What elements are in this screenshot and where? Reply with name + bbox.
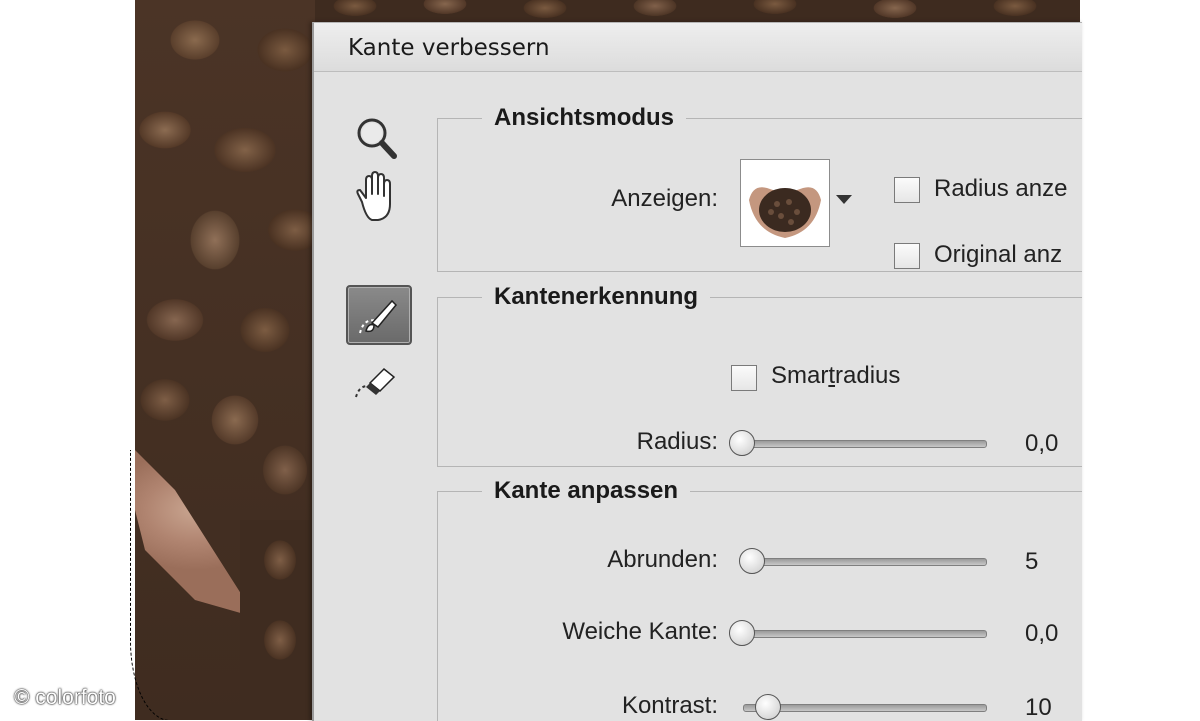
adjust-edge-title: Kante anpassen: [482, 477, 691, 505]
feather-slider-handle[interactable]: [729, 620, 755, 646]
show-radius-checkbox[interactable]: [894, 177, 920, 203]
edge-detection-group: Kantenerkennung Smartradius Radius: 0,0: [437, 283, 1082, 467]
smart-radius-checkbox[interactable]: [731, 365, 757, 391]
show-radius-label: Radius anze: [934, 175, 1068, 202]
contrast-slider-handle[interactable]: [755, 694, 781, 720]
contrast-label: Kontrast:: [621, 692, 718, 719]
chevron-down-icon[interactable]: [836, 195, 852, 204]
smooth-label: Abrunden:: [607, 546, 718, 573]
show-original-checkbox[interactable]: [894, 243, 920, 269]
dialog-titlebar[interactable]: Kante verbessern: [314, 23, 1082, 72]
view-preview-thumbnail[interactable]: [740, 159, 830, 247]
edge-detection-title: Kantenerkennung: [482, 283, 711, 311]
smart-radius-label: Smartradius: [771, 362, 900, 390]
radius-slider-track[interactable]: [733, 440, 987, 448]
zoom-icon[interactable]: [350, 113, 406, 165]
coffee-beans-top-strip: [315, 0, 1080, 22]
view-mode-title: Ansichtsmodus: [482, 104, 687, 132]
selection-marquee: [130, 450, 291, 720]
feather-value: 0,0: [1025, 620, 1059, 647]
adjust-edge-group: Kante anpassen Abrunden: 5 Weiche Kante:…: [437, 477, 1082, 721]
view-mode-group: Ansichtsmodus Anzeigen: Radius anze Orig…: [437, 104, 1082, 272]
smart-radius-label-mnemonic: t: [828, 362, 836, 389]
erase-refinements-icon[interactable]: [350, 359, 402, 403]
refine-edge-dialog: Kante verbessern Ansichtsmodus Anzeigen:: [312, 22, 1082, 721]
smooth-slider-handle[interactable]: [739, 548, 765, 574]
feather-slider-track[interactable]: [733, 630, 987, 638]
radius-slider-handle[interactable]: [729, 430, 755, 456]
smooth-value: 5: [1025, 548, 1039, 575]
contrast-value: 10: [1025, 694, 1052, 721]
hand-icon[interactable]: [348, 168, 404, 226]
show-original-label: Original anz: [934, 241, 1063, 268]
show-label: Anzeigen:: [611, 185, 718, 212]
smart-radius-label-part: Smar: [771, 362, 829, 389]
feather-label: Weiche Kante:: [562, 618, 718, 645]
radius-value: 0,0: [1025, 430, 1059, 457]
watermark: © colorfoto: [14, 686, 116, 709]
smart-radius-label-part: radius: [835, 362, 901, 389]
radius-label: Radius:: [636, 428, 718, 455]
refine-radius-brush-icon[interactable]: [346, 285, 412, 345]
smooth-slider-track[interactable]: [743, 558, 987, 566]
dialog-title: Kante verbessern: [348, 35, 550, 61]
